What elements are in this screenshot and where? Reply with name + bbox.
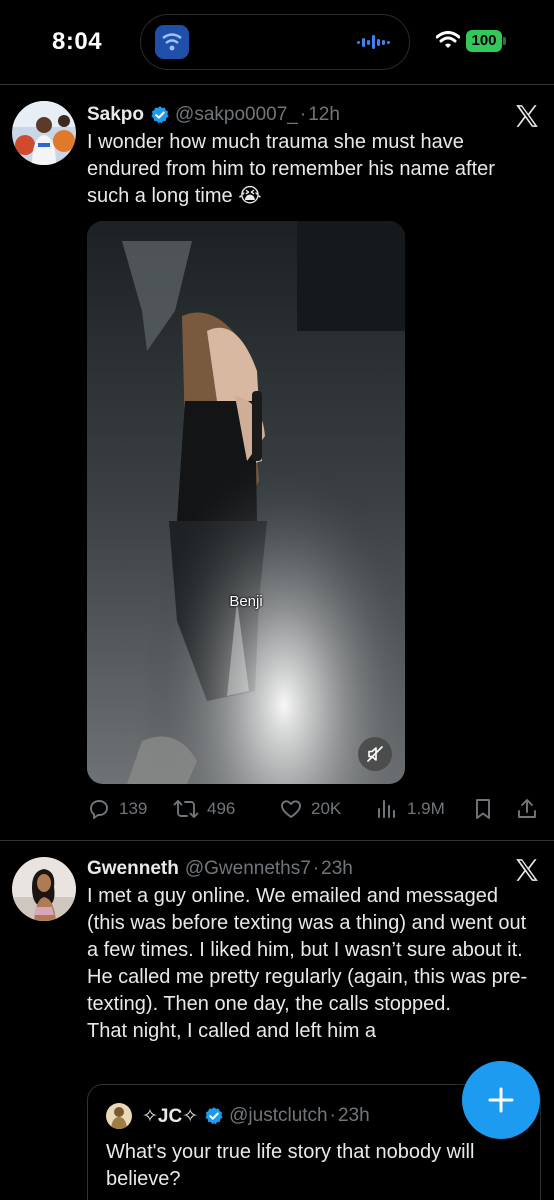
author-name[interactable]: Gwenneth <box>87 858 179 880</box>
tweet-header: Sakpo @sakpo0007_ · 12h <box>87 101 540 129</box>
status-time: 8:04 <box>52 28 103 55</box>
reply-button[interactable]: 139 <box>87 793 147 825</box>
quote-avatar[interactable] <box>106 1103 132 1129</box>
top-divider <box>0 84 554 85</box>
verified-badge-icon <box>151 106 169 124</box>
tweet-divider <box>0 840 554 841</box>
speaker-muted-icon <box>367 746 383 762</box>
separator-dot: · <box>312 858 320 879</box>
audio-wave-icon <box>357 35 390 49</box>
tweet-video[interactable]: Benji <box>87 221 405 784</box>
quote-header: ✧JC✧ @justclutch · 23h <box>106 1103 370 1129</box>
avatar-gwenneth[interactable] <box>12 857 76 921</box>
dynamic-island[interactable] <box>140 14 410 70</box>
views-button[interactable]: 1.9M <box>375 793 445 825</box>
video-frame <box>87 221 405 784</box>
author-handle[interactable]: @Gwenneths7 <box>185 858 311 880</box>
share-icon[interactable] <box>515 797 539 821</box>
post-time[interactable]: 23h <box>321 858 353 880</box>
tweet-actions: 139 496 20K 1.9M <box>87 793 547 825</box>
battery-cap <box>503 37 506 45</box>
like-count: 20K <box>311 799 342 818</box>
mute-button[interactable] <box>358 737 392 771</box>
post-time[interactable]: 12h <box>308 104 340 126</box>
x-logo-icon[interactable] <box>514 103 540 129</box>
bookmark-icon[interactable] <box>471 797 495 821</box>
x-logo-icon[interactable] <box>514 857 540 883</box>
quote-post-time[interactable]: 23h <box>338 1105 370 1127</box>
repost-icon <box>173 800 199 818</box>
tweet-header: Gwenneth @Gwenneths7 · 23h <box>87 855 540 883</box>
island-app-icon[interactable] <box>155 25 189 59</box>
author-name[interactable]: Sakpo <box>87 104 144 126</box>
tweet-text: I met a guy online. We emailed and messa… <box>87 885 528 1015</box>
battery-icon: 100 <box>466 30 502 52</box>
verified-badge-icon <box>205 1107 223 1125</box>
separator-dot: · <box>329 1105 336 1126</box>
views-count: 1.9M <box>407 799 445 818</box>
status-bar: 8:04 100 <box>0 0 554 84</box>
like-button[interactable]: 20K <box>279 793 341 825</box>
avatar-sakpo[interactable] <box>12 101 76 165</box>
repost-count: 496 <box>207 799 236 818</box>
heart-icon <box>281 800 301 818</box>
repost-button[interactable]: 496 <box>173 793 235 825</box>
quote-author-handle[interactable]: @justclutch <box>229 1105 328 1127</box>
quote-text: What's your true life story that nobody … <box>106 1141 475 1190</box>
tweet-text-continued: That night, I called and left him a <box>87 1020 377 1042</box>
author-handle[interactable]: @sakpo0007_ <box>175 104 298 126</box>
wifi-icon <box>436 31 460 48</box>
reply-icon <box>90 800 108 819</box>
compose-button[interactable] <box>462 1061 540 1139</box>
plus-icon <box>488 1087 514 1113</box>
quote-author-name[interactable]: ✧JC✧ <box>142 1105 198 1128</box>
video-caption: Benji <box>229 593 263 610</box>
tweet-text: I wonder how much trauma she must have e… <box>87 131 495 207</box>
reply-count: 139 <box>119 799 148 818</box>
separator-dot: · <box>299 104 307 125</box>
views-chart-icon <box>378 800 395 818</box>
